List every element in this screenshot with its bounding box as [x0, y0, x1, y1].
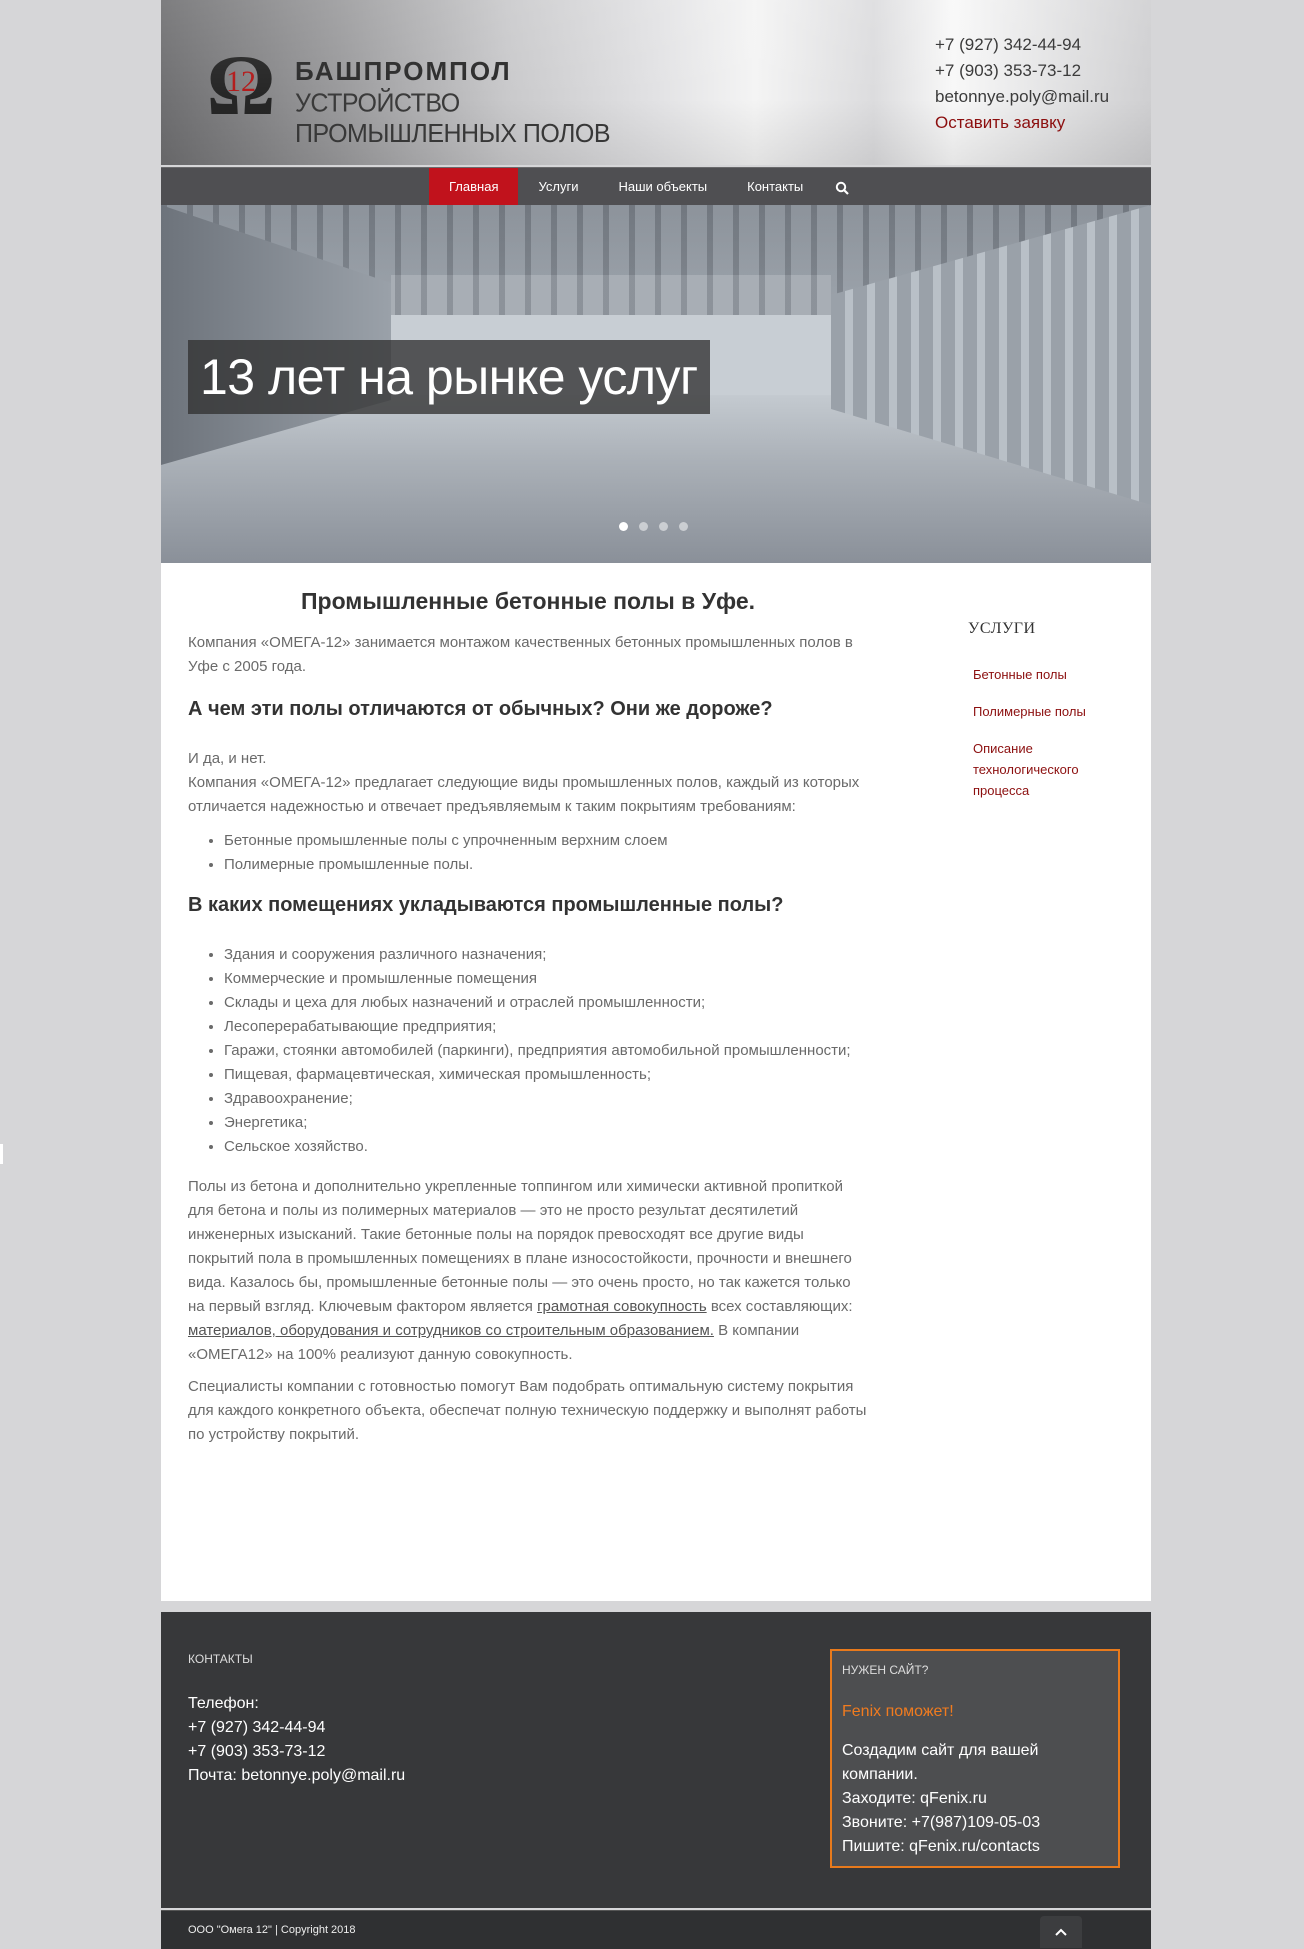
- sidebar-item-concrete-floors[interactable]: Бетонные полы: [973, 664, 1128, 685]
- intro-paragraph: Компания «ОМЕГА-12» занимается монтажом …: [188, 634, 853, 675]
- ad-site-link[interactable]: Заходите: qFenix.ru: [842, 1787, 1118, 1811]
- ad-title: НУЖЕН САЙТ?: [842, 1663, 929, 1677]
- link-materials[interactable]: материалов, оборудования и сотрудников с…: [188, 1322, 714, 1339]
- article: Промышленные бетонные полы в Уфе. Компан…: [188, 563, 868, 1455]
- list-item: Лесоперерабатывающие предприятия;: [224, 1015, 868, 1039]
- header-phone-1: +7 (927) 342-44-94: [935, 35, 1082, 54]
- premises-list: Здания и сооружения различного назначени…: [188, 943, 868, 1159]
- developer-ad-box: НУЖЕН САЙТ? Fenix поможет! Создадим сайт…: [830, 1649, 1120, 1868]
- footer-email: Почта: betonnye.poly@mail.ru: [188, 1767, 406, 1784]
- sidebar-item-polymer-floors[interactable]: Полимерные полы: [973, 701, 1128, 722]
- page-title: Промышленные бетонные полы в Уфе.: [300, 588, 756, 614]
- search-icon[interactable]: [823, 168, 861, 206]
- slider-dot-3[interactable]: [659, 522, 668, 531]
- nav-item-home[interactable]: Главная: [429, 168, 519, 206]
- list-item: Здравоохранение;: [224, 1087, 868, 1111]
- brand-name: БАШПРОМПОЛ: [295, 56, 512, 86]
- description-paragraph: Полы из бетона и дополнительно укрепленн…: [188, 1178, 853, 1363]
- chevron-up-icon: [1055, 1928, 1067, 1936]
- ad-phone: Звоните: +7(987)109-05-03: [842, 1814, 1041, 1831]
- list-item: Коммерческие и промышленные помещения: [224, 967, 868, 991]
- floor-types-list: Бетонные промышленные полы с упрочненным…: [188, 829, 868, 877]
- list-item: Здания и сооружения различного назначени…: [224, 943, 868, 967]
- site-footer: КОНТАКТЫ Телефон: +7 (927) 342-44-94 +7 …: [161, 1612, 1151, 1908]
- specialists-paragraph: Специалисты компании с готовностью помог…: [188, 1378, 867, 1443]
- footer-contacts-title: КОНТАКТЫ: [188, 1652, 253, 1666]
- list-item: Сельское хозяйство.: [224, 1135, 868, 1159]
- footer-phone-label: Телефон:: [188, 1695, 259, 1712]
- site-logo[interactable]: Ω 12 БАШПРОМПОЛ УСТРОЙСТВО ПРОМЫШЛЕННЫХ …: [201, 46, 641, 148]
- slider-dot-4[interactable]: [679, 522, 688, 531]
- sidebar-title: УСЛУГИ: [968, 620, 1036, 637]
- ad-text: Создадим сайт для вашей компании. Заходи…: [842, 1739, 1118, 1859]
- header-contacts: +7 (927) 342-44-94 +7 (903) 353-73-12 be…: [935, 32, 1109, 136]
- footer-phone-2: +7 (903) 353-73-12: [188, 1743, 326, 1760]
- slider-caption: 13 лет на рынке услуг: [188, 340, 710, 414]
- omega-logo-icon: Ω 12: [207, 46, 276, 126]
- list-item: Склады и цеха для любых назначений и отр…: [224, 991, 868, 1015]
- link-combination[interactable]: грамотная совокупность: [537, 1298, 707, 1315]
- ad-fenix-slogan: Fenix поможет!: [842, 1703, 954, 1720]
- section-heading-premises: В каких помещениях укладываются промышле…: [188, 894, 784, 916]
- answer-line: И да, и нет.: [188, 750, 267, 767]
- header-phone-2: +7 (903) 353-73-12: [935, 61, 1082, 80]
- list-item: Гаражи, стоянки автомобилей (паркинги), …: [224, 1039, 868, 1063]
- footer-phone-1: +7 (927) 342-44-94: [188, 1719, 326, 1736]
- brand-tagline: УСТРОЙСТВО ПРОМЫШЛЕННЫХ ПОЛОВ: [295, 88, 611, 149]
- footer-contacts: КОНТАКТЫ Телефон: +7 (927) 342-44-94 +7 …: [188, 1652, 405, 1788]
- list-item: Пищевая, фармацевтическая, химическая пр…: [224, 1063, 868, 1087]
- nav-item-objects[interactable]: Наши объекты: [598, 168, 727, 206]
- nav-item-services[interactable]: Услуги: [518, 168, 598, 206]
- request-link[interactable]: Оставить заявку: [935, 110, 1109, 136]
- list-item: Бетонные промышленные полы с упрочненным…: [224, 829, 868, 853]
- main-content-area: Промышленные бетонные полы в Уфе. Компан…: [161, 563, 1151, 1601]
- nav-item-contacts[interactable]: Контакты: [727, 168, 823, 206]
- floor-types-paragraph: Компания «ОМЕГА-12» предлагает следующие…: [188, 774, 860, 815]
- slider-pagination: [619, 522, 688, 531]
- sidebar-item-process-description[interactable]: Описание технологического процесса: [973, 738, 1128, 801]
- site-header: Ω 12 БАШПРОМПОЛ УСТРОЙСТВО ПРОМЫШЛЕННЫХ …: [161, 0, 1151, 165]
- left-edge-marker: [0, 1144, 3, 1164]
- copyright-bar: ООО "Омега 12" | Copyright 2018: [161, 1910, 1151, 1949]
- list-item: Полимерные промышленные полы.: [224, 853, 868, 877]
- logo-number: 12: [226, 65, 256, 98]
- list-item: Энергетика;: [224, 1111, 868, 1135]
- header-email[interactable]: betonnye.poly@mail.ru: [935, 84, 1109, 110]
- hero-slider: 13 лет на рынке услуг: [161, 205, 1151, 563]
- slider-dot-1[interactable]: [619, 522, 628, 531]
- services-sidebar: УСЛУГИ Бетонные полы Полимерные полы Опи…: [968, 620, 1128, 817]
- ad-contacts-link[interactable]: Пишите: qFenix.ru/contacts: [842, 1835, 1118, 1859]
- main-nav: Главная Услуги Наши объекты Контакты: [161, 167, 1151, 206]
- slider-dot-2[interactable]: [639, 522, 648, 531]
- scroll-to-top-button[interactable]: [1040, 1916, 1082, 1948]
- section-heading-difference: А чем эти полы отличаются от обычных? Он…: [188, 698, 773, 720]
- copyright-text: ООО "Омега 12" | Copyright 2018: [188, 1924, 356, 1936]
